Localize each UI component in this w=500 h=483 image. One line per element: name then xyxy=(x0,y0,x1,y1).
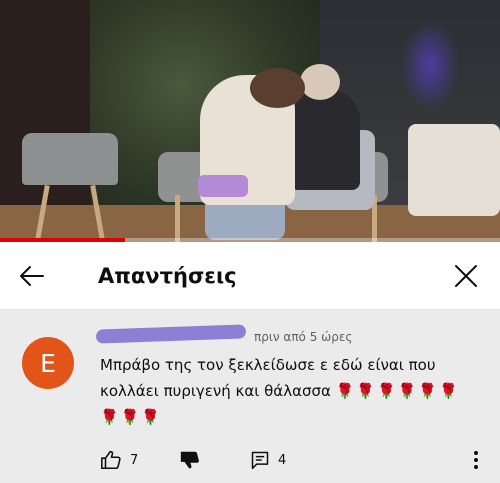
video-chair-left xyxy=(22,133,118,185)
avatar[interactable]: E xyxy=(22,337,74,389)
video-person-head xyxy=(300,64,340,100)
video-person-hair xyxy=(250,68,305,108)
arrow-left-icon xyxy=(20,266,44,286)
video-player[interactable] xyxy=(0,0,500,242)
video-neon-light xyxy=(400,20,460,110)
video-person-dark xyxy=(290,90,360,190)
comment-timestamp: πριν από 5 ώρες xyxy=(254,330,353,344)
comment-item: E πριν από 5 ώρες Μπράβο της τον ξεκλείδ… xyxy=(0,310,500,483)
more-options-button[interactable] xyxy=(466,448,486,472)
dislike-button[interactable] xyxy=(178,448,202,472)
video-sofa xyxy=(408,124,500,216)
page-title: Απαντήσεις xyxy=(98,264,237,288)
close-icon xyxy=(455,265,477,287)
author-name-redacted xyxy=(95,324,247,344)
reply-button[interactable]: 4 xyxy=(250,448,286,472)
like-button[interactable]: 7 xyxy=(100,448,138,472)
video-chair-leg xyxy=(175,195,180,242)
rose-emoji-line: 🌹🌹🌹 xyxy=(100,408,163,426)
close-button[interactable] xyxy=(450,260,482,292)
thumbs-up-icon xyxy=(101,450,121,470)
comment-icon xyxy=(251,451,269,470)
video-person-skirt xyxy=(198,175,248,197)
rose-emoji-line: 🌹🌹🌹🌹🌹🌹 xyxy=(335,382,460,400)
thumbs-down-icon xyxy=(180,451,199,469)
more-vertical-icon xyxy=(474,451,478,469)
like-count: 7 xyxy=(130,452,139,468)
back-button[interactable] xyxy=(16,260,48,292)
replies-header: Απαντήσεις xyxy=(0,242,500,310)
comment-text: Μπράβο της τον ξεκλείδωσε ε εδώ είναι πο… xyxy=(100,352,485,430)
replies-count: 4 xyxy=(278,452,287,468)
comment-actions: 7 4 xyxy=(0,448,500,472)
